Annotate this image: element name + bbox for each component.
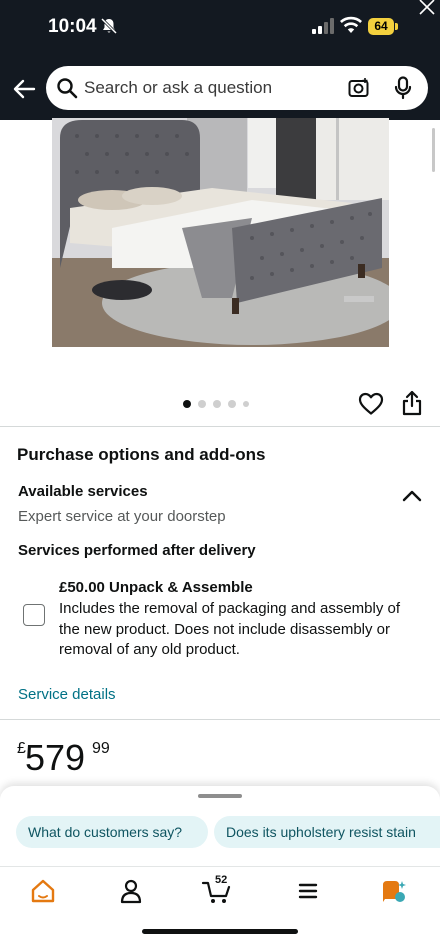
wifi-icon (340, 16, 362, 33)
camera-search-icon[interactable] (348, 77, 370, 99)
back-arrow-icon[interactable] (12, 78, 36, 100)
pagination-dot[interactable] (228, 400, 236, 408)
bell-off-icon (100, 17, 118, 35)
image-pagination-dots[interactable] (183, 399, 249, 409)
chevron-up-icon[interactable] (401, 488, 423, 502)
bottom-nav: 52 (0, 866, 440, 935)
price-whole: 579 (25, 737, 86, 778)
pagination-dot[interactable] (243, 401, 249, 407)
battery-indicator: 64 (368, 18, 398, 35)
service-title: £50.00 Unpack & Assemble (59, 579, 253, 596)
cart-count: 52 (215, 874, 228, 886)
sheet-drag-handle[interactable] (198, 794, 242, 798)
service-description: Includes the removal of packaging and as… (59, 600, 401, 658)
cart-button[interactable]: 52 (201, 874, 237, 905)
rufus-assistant-icon[interactable] (379, 877, 407, 905)
home-indicator[interactable] (142, 929, 298, 934)
bed-photo (52, 118, 389, 347)
status-time: 10:04 (48, 16, 97, 37)
account-icon[interactable] (117, 877, 145, 905)
suggestion-chip[interactable]: What do customers say? (16, 816, 208, 848)
search-input[interactable]: Search or ask a question (46, 66, 428, 110)
product-image[interactable] (52, 118, 389, 347)
available-services-subtitle: Expert service at your doorstep (18, 508, 226, 525)
price-fraction: 99 (92, 740, 110, 757)
divider (0, 719, 440, 720)
services-after-delivery-label: Services performed after delivery (18, 542, 256, 559)
divider (0, 426, 440, 427)
service-details-link[interactable]: Service details (18, 686, 116, 703)
unpack-assemble-checkbox[interactable] (23, 604, 45, 626)
available-services-label[interactable]: Available services (18, 483, 148, 500)
home-icon[interactable] (29, 877, 57, 905)
menu-icon[interactable] (294, 877, 322, 905)
suggestions-sheet: What do customers say? Does its upholste… (0, 786, 440, 866)
heart-icon[interactable] (358, 392, 384, 416)
battery-level: 64 (368, 18, 394, 35)
search-icon (57, 78, 78, 99)
pagination-dot[interactable] (213, 400, 221, 408)
share-icon[interactable] (401, 390, 423, 416)
scrollbar-thumb[interactable] (432, 128, 435, 172)
pagination-dot-active[interactable] (183, 400, 191, 408)
suggestion-chip[interactable]: Does its upholstery resist stain (214, 816, 440, 848)
pagination-dot[interactable] (198, 400, 206, 408)
top-bar: 10:04 64 Search or ask a question (0, 0, 440, 120)
microphone-icon[interactable] (394, 76, 412, 100)
search-placeholder: Search or ask a question (84, 78, 273, 97)
close-icon[interactable] (414, 0, 436, 16)
purchase-options-title: Purchase options and add-ons (17, 445, 266, 464)
signal-icon (312, 18, 334, 34)
